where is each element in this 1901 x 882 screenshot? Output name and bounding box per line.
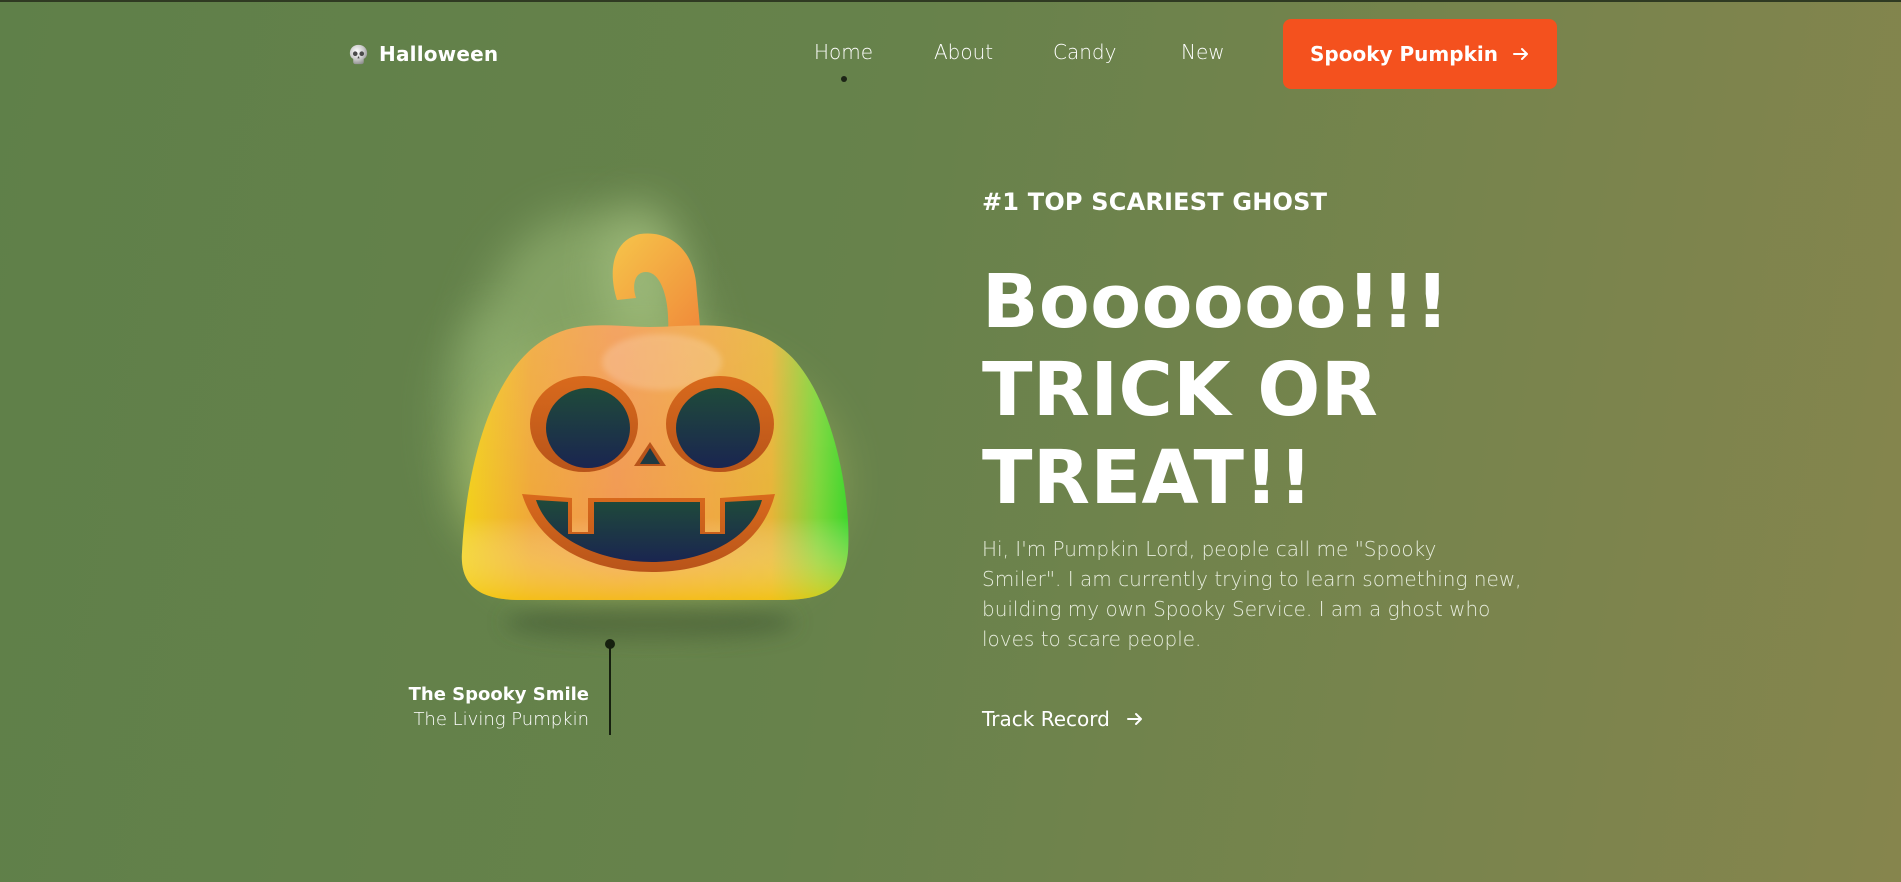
brand-logo[interactable]: Halloween bbox=[347, 40, 498, 68]
pumpkin-illustration bbox=[400, 122, 880, 662]
active-nav-indicator bbox=[841, 76, 847, 82]
skull-icon bbox=[349, 44, 368, 64]
track-record-link[interactable]: Track Record bbox=[982, 704, 1144, 734]
caption-pointer-line bbox=[609, 646, 611, 735]
nav-item-new[interactable]: New bbox=[1181, 40, 1225, 64]
hero-text: #1 TOP SCARIEST GHOST Boooooo!!! TRICK O… bbox=[982, 182, 1542, 522]
nav-item-about[interactable]: About bbox=[934, 40, 993, 64]
hero-headline: Boooooo!!! TRICK OR TREAT!! bbox=[982, 258, 1542, 522]
headline-line-2: TRICK OR bbox=[982, 347, 1379, 433]
caption-subtitle: The Living Pumpkin bbox=[413, 709, 589, 730]
cta-label: Spooky Pumpkin bbox=[1310, 42, 1498, 66]
headline-line-3: TREAT!! bbox=[982, 435, 1314, 521]
nav-item-candy[interactable]: Candy bbox=[1053, 40, 1116, 64]
hero-description: Hi, I'm Pumpkin Lord, people call me "Sp… bbox=[982, 537, 1522, 651]
track-record-label: Track Record bbox=[982, 707, 1110, 731]
hero-eyebrow: #1 TOP SCARIEST GHOST bbox=[982, 188, 1328, 216]
brand-name: Halloween bbox=[379, 42, 499, 66]
caption-title: The Spooky Smile bbox=[408, 684, 589, 705]
landing-page: Halloween Home About Candy New Spooky Pu… bbox=[0, 2, 1901, 882]
pumpkin-caption: The Spooky Smile The Living Pumpkin bbox=[380, 682, 589, 732]
arrow-right-icon bbox=[1126, 713, 1142, 725]
arrow-right-icon bbox=[1512, 48, 1528, 60]
nav-item-home[interactable]: Home bbox=[814, 40, 873, 64]
top-navigation: Halloween Home About Candy New Spooky Pu… bbox=[0, 2, 1901, 106]
spooky-pumpkin-button[interactable]: Spooky Pumpkin bbox=[1283, 19, 1557, 89]
headline-line-1: Boooooo!!! bbox=[982, 259, 1450, 345]
jack-o-lantern-icon bbox=[440, 202, 849, 640]
